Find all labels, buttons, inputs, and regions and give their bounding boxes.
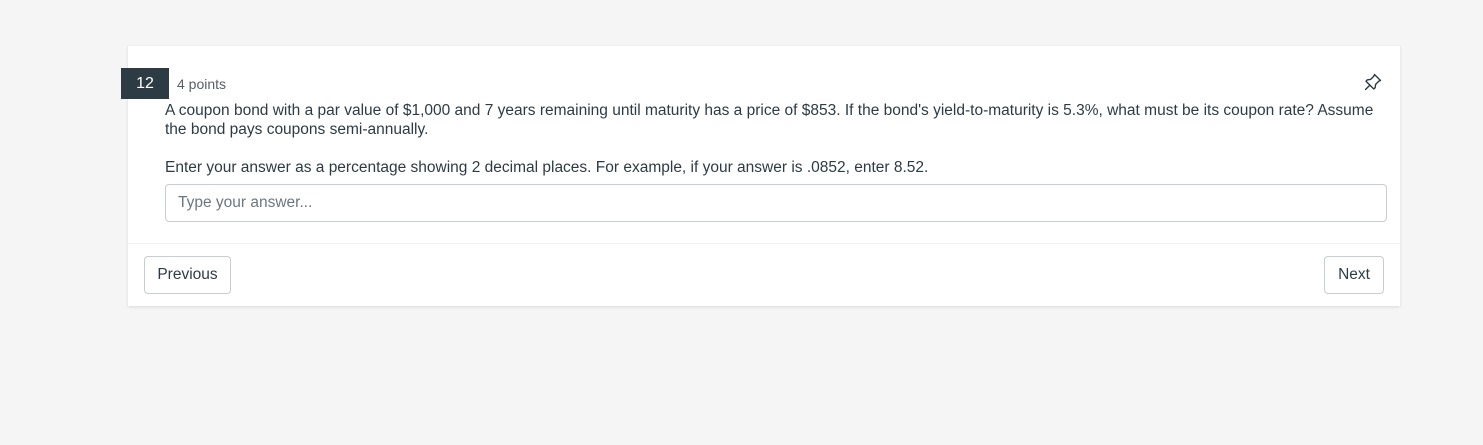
question-number: 12 (121, 68, 169, 99)
footer-divider (128, 243, 1400, 244)
pin-icon[interactable] (1362, 71, 1384, 93)
question-text: A coupon bond with a par value of $1,000… (165, 102, 1374, 138)
next-button[interactable]: Next (1324, 256, 1384, 294)
question-instructions: Enter your answer as a percentage showin… (165, 159, 929, 176)
question-points: 4 points (177, 76, 227, 92)
previous-button[interactable]: Previous (144, 256, 231, 294)
answer-input[interactable] (165, 184, 1387, 222)
question-card: 12 4 points A coupon bond with a par val… (121, 46, 1400, 306)
